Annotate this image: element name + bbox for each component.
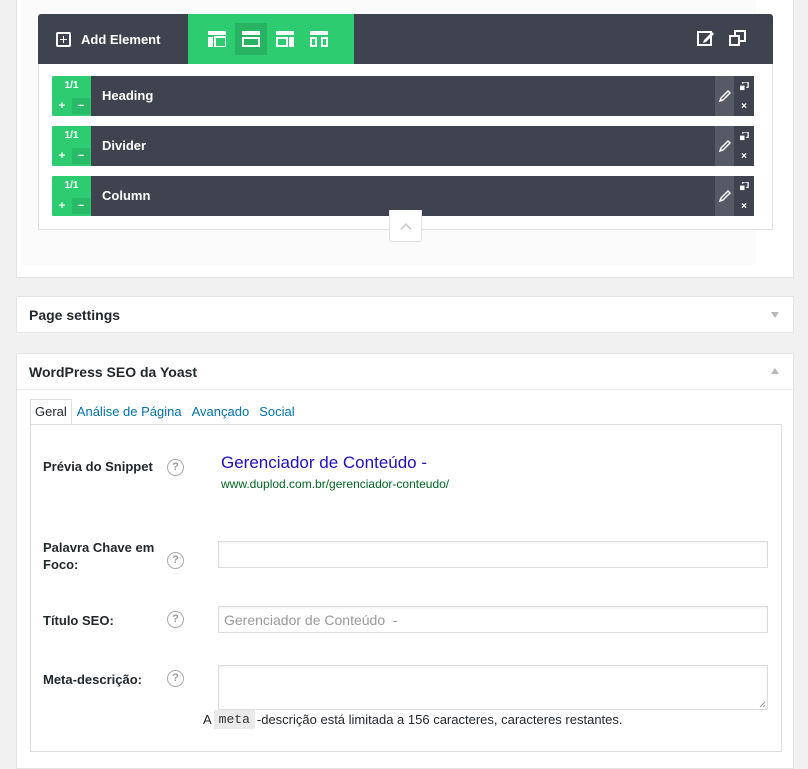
meta-note-code: meta: [213, 710, 255, 729]
layout-one-third-icon: [208, 31, 226, 47]
element-controls: ×: [734, 76, 754, 116]
edit-template-icon[interactable]: [696, 28, 716, 48]
add-element-label: Add Element: [81, 31, 161, 47]
element-size-label: 1/1: [64, 80, 79, 91]
layout-full-button[interactable]: [235, 23, 267, 55]
help-icon[interactable]: ?: [167, 459, 184, 476]
meta-description-label: Meta-descrição:: [43, 672, 142, 687]
plus-square-icon: [56, 31, 71, 47]
layout-selector: [188, 14, 354, 64]
edit-element-button[interactable]: [715, 176, 734, 216]
seo-tabs: Geral Análise de Página Avançado Social: [30, 399, 300, 425]
element-name: Heading: [102, 88, 154, 103]
layout-two-thirds-button[interactable]: [269, 23, 301, 55]
builder-toolbar: Add Element: [38, 14, 773, 64]
element-controls: ×: [734, 126, 754, 166]
edit-element-button[interactable]: [715, 76, 734, 116]
increase-size-button[interactable]: +: [53, 148, 71, 164]
remove-element-icon[interactable]: ×: [734, 196, 754, 216]
focus-keyword-label-line2: Foco:: [43, 557, 79, 572]
element-size-control: 1/1 + −: [52, 176, 91, 216]
focus-keyword-label: Palavra Chave em Foco:: [43, 539, 154, 573]
clone-element-icon[interactable]: [734, 126, 754, 146]
focus-keyword-input[interactable]: [218, 541, 768, 568]
tab-analise-de-pagina[interactable]: Análise de Página: [72, 399, 187, 425]
clone-element-icon[interactable]: [734, 176, 754, 196]
increase-size-button[interactable]: +: [53, 98, 71, 114]
pencil-icon: [718, 189, 731, 203]
meta-description-note: A meta -descrição está limitada a 156 ca…: [203, 710, 623, 729]
element-name: Column: [102, 188, 151, 203]
element-row-divider[interactable]: 1/1 + − Divider ×: [52, 126, 754, 166]
element-size-label: 1/1: [64, 130, 79, 141]
expand-arrow-icon[interactable]: [771, 312, 779, 318]
layout-columns-icon: [310, 31, 328, 47]
page-settings-box: Page settings: [16, 296, 794, 333]
layout-full-icon: [242, 31, 260, 47]
layout-two-thirds-icon: [276, 31, 294, 47]
collapse-arrow-icon[interactable]: [771, 368, 779, 374]
element-row-heading[interactable]: 1/1 + − Heading ×: [52, 76, 754, 116]
focus-keyword-label-line1: Palavra Chave em: [43, 540, 155, 555]
pencil-icon: [718, 89, 731, 103]
seo-box: WordPress SEO da Yoast Geral Análise de …: [16, 353, 794, 769]
remove-element-icon[interactable]: ×: [734, 146, 754, 166]
pencil-icon: [718, 139, 731, 153]
help-icon[interactable]: ?: [167, 552, 184, 569]
collapse-builder-button[interactable]: [389, 210, 422, 242]
meta-description-textarea[interactable]: [218, 665, 768, 710]
tab-geral[interactable]: Geral: [30, 399, 72, 425]
tab-social[interactable]: Social: [254, 399, 299, 425]
divider: [17, 389, 793, 390]
snippet-preview-label: Prévia do Snippet: [43, 459, 153, 474]
add-element-button[interactable]: Add Element: [56, 29, 160, 49]
seo-title-input[interactable]: [218, 606, 768, 633]
element-name: Divider: [102, 138, 147, 153]
increase-size-button[interactable]: +: [53, 198, 71, 214]
chevron-up-icon: [399, 222, 412, 230]
element-size-label: 1/1: [64, 180, 79, 191]
element-size-control: 1/1 + −: [52, 76, 91, 116]
remove-element-icon[interactable]: ×: [734, 96, 754, 116]
element-size-control: 1/1 + −: [52, 126, 91, 166]
meta-note-prefix: A: [203, 712, 212, 727]
tab-avancado[interactable]: Avançado: [187, 399, 255, 425]
decrease-size-button[interactable]: −: [72, 198, 90, 214]
tab-panel-geral: Prévia do Snippet ? Gerenciador de Conte…: [30, 424, 782, 752]
decrease-size-button[interactable]: −: [72, 148, 90, 164]
edit-element-button[interactable]: [715, 126, 734, 166]
decrease-size-button[interactable]: −: [72, 98, 90, 114]
layout-columns-button[interactable]: [303, 23, 335, 55]
help-icon[interactable]: ?: [167, 611, 184, 628]
meta-note-suffix: -descrição está limitada a 156 caractere…: [256, 712, 623, 727]
clone-element-icon[interactable]: [734, 76, 754, 96]
layout-one-third-button[interactable]: [201, 23, 233, 55]
snippet-url: www.duplod.com.br/gerenciador-conteudo/: [221, 477, 450, 491]
page-settings-title[interactable]: Page settings: [29, 307, 120, 323]
element-controls: ×: [734, 176, 754, 216]
help-icon[interactable]: ?: [167, 670, 184, 687]
seo-box-title[interactable]: WordPress SEO da Yoast: [29, 364, 197, 380]
snippet-title[interactable]: Gerenciador de Conteúdo -: [221, 453, 427, 473]
fullscreen-icon[interactable]: [728, 28, 748, 48]
seo-title-label: Título SEO:: [43, 613, 114, 628]
